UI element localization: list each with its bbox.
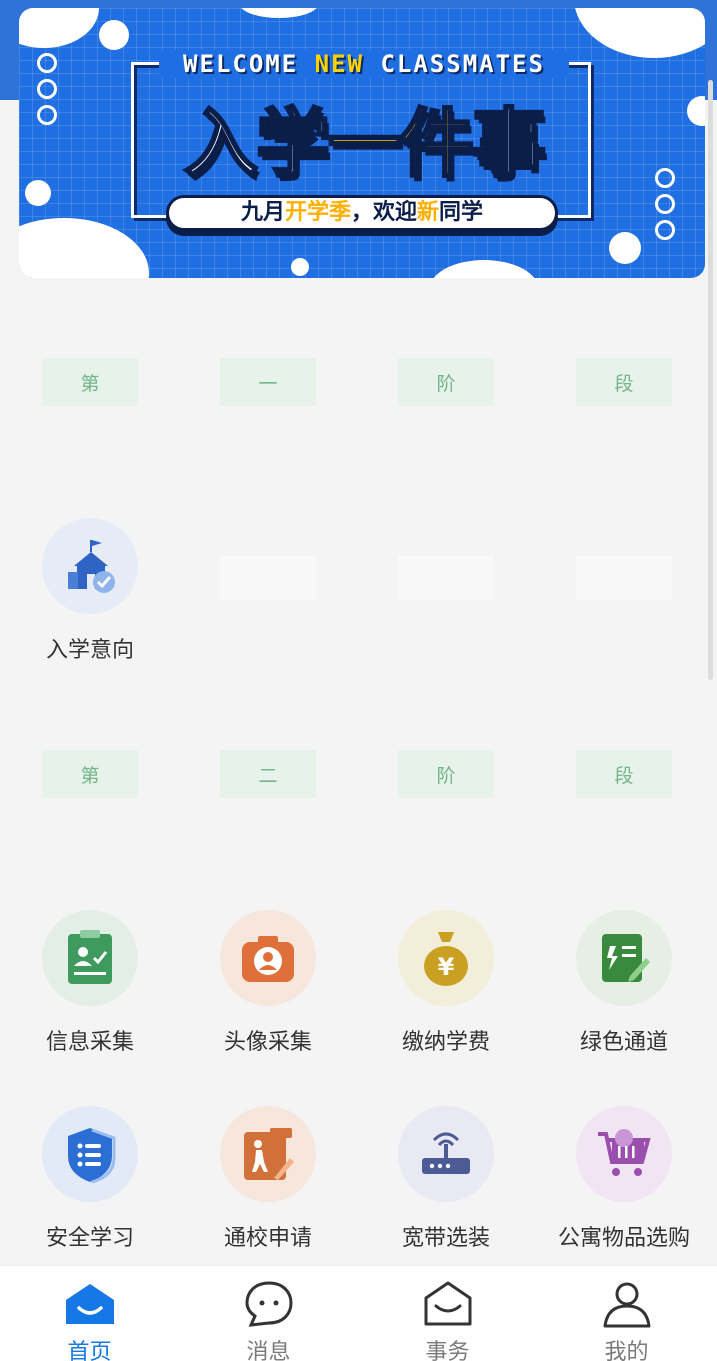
shield-list-icon [42, 1106, 138, 1202]
svg-text:¥: ¥ [438, 953, 455, 981]
stage-heading-char: 段 [576, 750, 672, 798]
empty-slot [576, 556, 672, 600]
menu-item-label: 宽带选装 [401, 1226, 490, 1251]
banner-decor-ring [37, 105, 57, 125]
clipboard-user-icon [42, 910, 138, 1006]
welcome-banner[interactable]: WELCOME NEW CLASSMATES 入学一件事 九月开学季，欢迎新同学 [19, 8, 705, 278]
envelope-icon [422, 1280, 474, 1328]
tab-label: 事务 [425, 1340, 470, 1361]
walk-to-school-icon [220, 1106, 316, 1202]
tab-label: 首页 [67, 1340, 112, 1361]
banner-decor-blob [429, 260, 539, 278]
empty-slot [398, 556, 494, 600]
banner-decor-dot [687, 96, 705, 126]
tab-affairs[interactable]: 事务 [358, 1266, 537, 1361]
stage-heading-char: 阶 [398, 750, 494, 798]
banner-welcome-text: WELCOME NEW CLASSMATES [159, 50, 569, 78]
banner-decor-ring [37, 79, 57, 99]
menu-item-pay-tuition[interactable]: ¥ 缴纳学费 [376, 910, 516, 1056]
empty-slot [220, 556, 316, 600]
camera-portrait-icon [220, 910, 316, 1006]
stage-heading-char: 阶 [398, 358, 494, 406]
home-smile-icon [64, 1280, 116, 1328]
menu-item-label: 通校申请 [223, 1226, 312, 1251]
tab-label: 我的 [604, 1340, 649, 1361]
user-icon [601, 1280, 653, 1328]
stage-heading-char: 第 [42, 358, 138, 406]
tab-messages[interactable]: 消息 [179, 1266, 358, 1361]
banner-decor-ring [37, 53, 57, 73]
shopping-cart-icon [576, 1106, 672, 1202]
money-bag-icon: ¥ [398, 910, 494, 1006]
menu-item-info-collection[interactable]: 信息采集 [20, 910, 160, 1056]
menu-item-label: 安全学习 [45, 1226, 134, 1251]
stage-heading-char: 二 [220, 750, 316, 798]
banner-decor-dot [291, 258, 309, 276]
banner-title: 入学一件事 [183, 100, 548, 189]
school-check-icon [42, 518, 138, 614]
menu-item-green-channel[interactable]: 绿色通道 [554, 910, 694, 1056]
banner-decor-dot [99, 20, 129, 50]
menu-item-enrollment-intent[interactable]: 入学意向 [20, 518, 160, 664]
menu-item-label: 公寓物品选购 [557, 1226, 690, 1251]
menu-item-avatar-collection[interactable]: 头像采集 [198, 910, 338, 1056]
banner-decor-blob [574, 8, 705, 58]
banner-decor-dot [25, 180, 51, 206]
menu-item-label: 绿色通道 [579, 1030, 668, 1055]
bottom-tab-bar: 首页 消息 事务 我的 [0, 1265, 717, 1361]
stage-heading-char: 第 [42, 750, 138, 798]
banner-decor-ring [655, 194, 675, 214]
tab-mine[interactable]: 我的 [537, 1266, 716, 1361]
menu-item-label: 信息采集 [45, 1030, 134, 1055]
banner-decor-blob [19, 8, 99, 48]
stage-heading-char: 段 [576, 358, 672, 406]
banner-decor-dot [609, 232, 641, 264]
banner-decor-blob [239, 8, 319, 18]
menu-item-commute-application[interactable]: 通校申请 [198, 1106, 338, 1252]
menu-item-label: 缴纳学费 [401, 1030, 490, 1055]
banner-decor-ring [655, 220, 675, 240]
menu-item-broadband-install[interactable]: 宽带选装 [376, 1106, 516, 1252]
menu-item-label: 入学意向 [45, 638, 134, 663]
stage-two-heading: 第 二 阶 段 [0, 750, 717, 798]
banner-subtitle: 九月开学季，欢迎新同学 [166, 195, 558, 231]
menu-item-label: 头像采集 [223, 1030, 312, 1055]
stage-one-heading: 第 一 阶 段 [0, 358, 717, 406]
menu-item-safety-learning[interactable]: 安全学习 [20, 1106, 160, 1252]
banner-decor-blob [19, 218, 149, 278]
chat-bubble-icon [243, 1280, 295, 1328]
banner-decor-ring [655, 168, 675, 188]
green-channel-icon [576, 910, 672, 1006]
router-icon [398, 1106, 494, 1202]
menu-item-dorm-shopping[interactable]: 公寓物品选购 [554, 1106, 694, 1252]
tab-label: 消息 [246, 1340, 291, 1361]
stage-heading-char: 一 [220, 358, 316, 406]
tab-home[interactable]: 首页 [0, 1266, 179, 1361]
